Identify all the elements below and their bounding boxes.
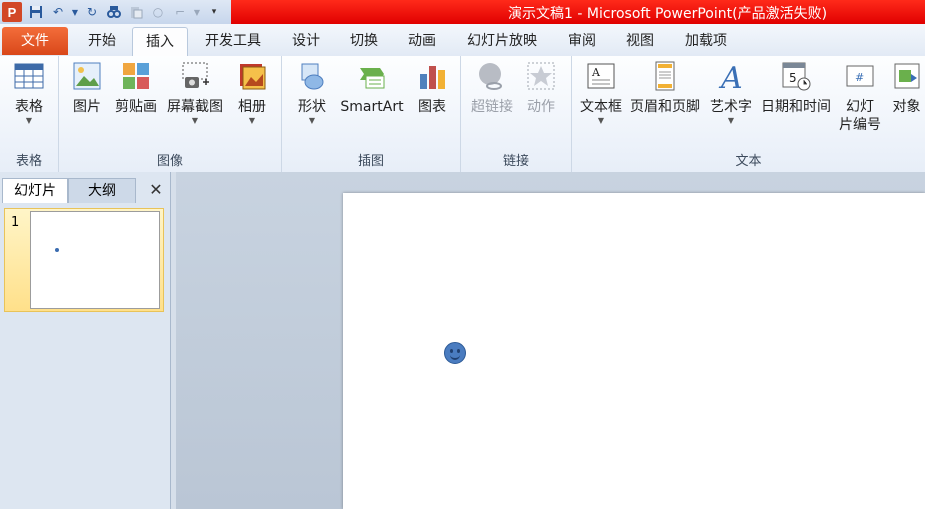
header-footer-button[interactable]: 页眉和页脚 — [626, 60, 704, 116]
chevron-down-icon: ▼ — [727, 116, 735, 125]
shapes-button[interactable]: 形状 ▼ — [290, 60, 334, 126]
title-bar: P ↶ ▼ ↻ ○ ⌐ ▼ ▾ 演示文稿1 - Microsoft PowerP… — [0, 0, 925, 24]
tab-file[interactable]: 文件 — [2, 27, 68, 55]
tab-developer[interactable]: 开发工具 — [194, 27, 272, 55]
textbox-button[interactable]: A 文本框 ▼ — [576, 60, 626, 126]
customize-qat-icon[interactable]: ▾ — [205, 3, 223, 21]
group-label-tables: 表格 — [15, 154, 42, 169]
slide-number-label: 1 — [11, 215, 20, 230]
ribbon-insert: 表格 ▼ 表格 图片 剪贴画 屏幕截图 ▼ 相册 ▼ 图像 形状 ▼ Smart… — [0, 56, 925, 173]
svg-text:#: # — [855, 71, 864, 84]
pane-splitter[interactable] — [171, 172, 176, 509]
group-illustrations: 形状 ▼ SmartArt 图表 插图 — [282, 56, 461, 172]
photo-album-icon — [236, 60, 268, 92]
tab-view[interactable]: 视图 — [616, 27, 664, 55]
tab-outline[interactable]: 大纲 — [68, 178, 136, 203]
group-tables: 表格 ▼ 表格 — [0, 56, 59, 172]
chevron-down-icon: ▼ — [191, 116, 199, 125]
object-icon — [891, 60, 923, 92]
group-label-links: 链接 — [502, 154, 529, 169]
table-button[interactable]: 表格 ▼ — [6, 60, 52, 126]
powerpoint-logo-icon[interactable]: P — [2, 2, 22, 22]
slide-canvas[interactable] — [343, 193, 925, 509]
save-icon[interactable] — [27, 3, 45, 21]
tab-review[interactable]: 审阅 — [558, 27, 606, 55]
pane-tabs: 幻灯片 大纲 ✕ — [0, 178, 170, 203]
object-button[interactable]: 对象 — [888, 60, 925, 116]
tab-insert[interactable]: 插入 — [132, 27, 188, 57]
svg-text:A: A — [591, 66, 601, 79]
slides-pane: 幻灯片 大纲 ✕ 1 — [0, 172, 171, 509]
photo-album-button[interactable]: 相册 ▼ — [231, 60, 273, 126]
screenshot-icon — [179, 60, 211, 92]
smartart-icon — [356, 60, 388, 92]
chevron-down-icon: ▼ — [248, 116, 256, 125]
group-label-text: 文本 — [735, 154, 762, 169]
action-button[interactable]: 动作 — [521, 60, 561, 116]
slide-number-icon: # — [844, 60, 876, 92]
header-footer-icon — [649, 60, 681, 92]
undo-dropdown-icon[interactable]: ▼ — [71, 3, 79, 21]
table-icon — [13, 60, 45, 92]
screenshot-button[interactable]: 屏幕截图 ▼ — [163, 60, 227, 126]
smiley-face-shape-icon[interactable] — [444, 342, 466, 364]
hyperlink-icon — [476, 60, 508, 92]
undo-icon[interactable]: ↶ — [49, 3, 67, 21]
chart-button[interactable]: 图表 — [412, 60, 452, 116]
thumbnail-shape-dot — [55, 248, 59, 252]
textbox-icon: A — [585, 60, 617, 92]
chevron-down-icon: ▼ — [597, 116, 605, 125]
find-icon[interactable] — [105, 3, 123, 21]
chevron-down-icon: ▼ — [308, 116, 316, 125]
tab-transitions[interactable]: 切换 — [340, 27, 388, 55]
picture-button[interactable]: 图片 — [67, 60, 107, 116]
ribbon-tab-row: 文件 开始 插入 开发工具 设计 切换 动画 幻灯片放映 审阅 视图 加载项 — [0, 24, 925, 57]
more-dropdown-icon[interactable]: ▼ — [193, 3, 201, 21]
wordart-icon: A — [715, 60, 747, 96]
quick-access-toolbar: P ↶ ▼ ↻ ○ ⌐ ▼ ▾ — [0, 0, 231, 24]
slide-thumbnail-selected[interactable]: 1 — [4, 208, 164, 312]
paste-icon[interactable] — [127, 3, 145, 21]
shapes-icon — [296, 60, 328, 92]
smartart-button[interactable]: SmartArt — [336, 60, 408, 116]
picture-icon — [71, 60, 103, 92]
group-links: 超链接 动作 链接 — [461, 56, 572, 172]
group-images: 图片 剪贴画 屏幕截图 ▼ 相册 ▼ 图像 — [59, 56, 282, 172]
format-painter-icon[interactable]: ⌐ — [171, 3, 189, 21]
wordart-button[interactable]: A 艺术字 ▼ — [706, 60, 756, 126]
chart-icon — [416, 60, 448, 92]
svg-text:A: A — [718, 61, 743, 92]
close-pane-icon[interactable]: ✕ — [144, 178, 168, 202]
repeat-icon[interactable]: ○ — [149, 3, 167, 21]
tab-slides[interactable]: 幻灯片 — [2, 178, 68, 203]
tab-design[interactable]: 设计 — [282, 27, 330, 55]
window-title: 演示文稿1 - Microsoft PowerPoint(产品激活失败) — [508, 6, 828, 22]
svg-text:5: 5 — [789, 71, 797, 85]
tab-animations[interactable]: 动画 — [398, 27, 446, 55]
slide-number-button[interactable]: # 幻灯 片编号 — [834, 60, 886, 134]
tab-slideshow[interactable]: 幻灯片放映 — [456, 27, 548, 55]
chevron-down-icon: ▼ — [25, 116, 33, 125]
action-star-icon — [525, 60, 557, 92]
clipart-icon — [120, 60, 152, 92]
tab-addins[interactable]: 加载项 — [674, 27, 738, 55]
group-label-images: 图像 — [156, 154, 183, 169]
calendar-clock-icon: 5 — [780, 60, 812, 92]
clipart-button[interactable]: 剪贴画 — [111, 60, 161, 116]
datetime-button[interactable]: 5 日期和时间 — [758, 60, 834, 116]
group-text: A 文本框 ▼ 页眉和页脚 A 艺术字 ▼ 5 日期和时间 # 幻灯 片编号 对… — [572, 56, 925, 172]
hyperlink-button[interactable]: 超链接 — [467, 60, 517, 116]
slide-thumbnail[interactable] — [30, 211, 160, 309]
redo-icon[interactable]: ↻ — [83, 3, 101, 21]
group-label-illustrations: 插图 — [357, 154, 384, 169]
tab-home[interactable]: 开始 — [74, 27, 130, 55]
